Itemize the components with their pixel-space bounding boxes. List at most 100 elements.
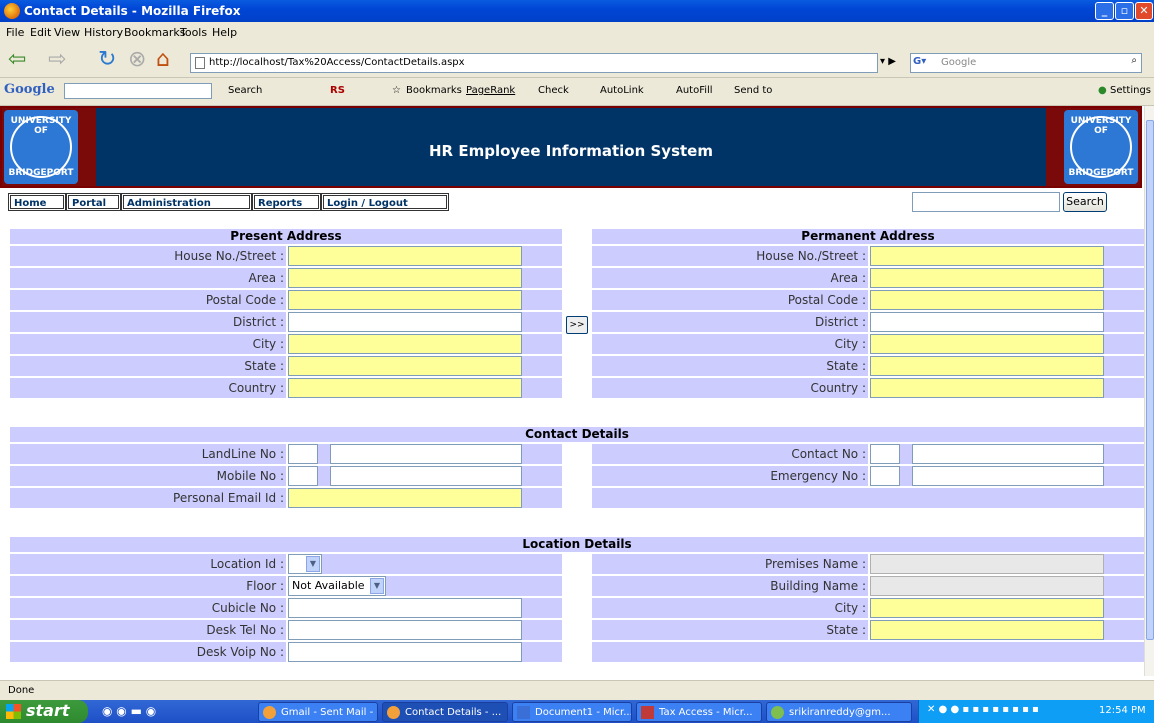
present-label[interactable]: City : bbox=[10, 334, 286, 354]
permanent-field[interactable] bbox=[870, 356, 1104, 376]
google-toolbar-input[interactable] bbox=[64, 83, 212, 99]
permanent-label[interactable]: Country : bbox=[592, 378, 868, 398]
sendto-button[interactable]: Send to bbox=[734, 85, 772, 96]
present-field[interactable] bbox=[288, 290, 522, 310]
minimize-button[interactable]: _ bbox=[1095, 2, 1114, 20]
navigation-toolbar: ⇦ ⇨ ↻ ⊗ ⌂ http://localhost/Tax%20Access/… bbox=[0, 42, 1154, 78]
contact-number-field[interactable] bbox=[912, 444, 1104, 464]
present-label[interactable]: Area : bbox=[10, 268, 286, 288]
permanent-field[interactable] bbox=[870, 290, 1104, 310]
present-label[interactable]: State : bbox=[10, 356, 286, 376]
google-search-box[interactable]: G▾ Google ⌕ bbox=[910, 53, 1142, 73]
chevron-down-icon[interactable]: ▼ bbox=[370, 578, 384, 594]
permanent-label[interactable]: District : bbox=[592, 312, 868, 332]
google-toolbar-search[interactable]: Search bbox=[228, 85, 262, 96]
permanent-field[interactable] bbox=[870, 246, 1104, 266]
site-search-input[interactable] bbox=[912, 192, 1060, 212]
taskbar-document1[interactable]: Document1 - Micr... bbox=[512, 702, 632, 722]
permanent-field[interactable] bbox=[870, 334, 1104, 354]
star-icon[interactable]: ☆ bbox=[392, 85, 401, 96]
maximize-button[interactable]: ▫ bbox=[1115, 2, 1134, 20]
present-label[interactable]: District : bbox=[10, 312, 286, 332]
location-right-field[interactable] bbox=[870, 598, 1104, 618]
menu-edit[interactable]: Edit bbox=[30, 26, 51, 39]
contact-code-field[interactable] bbox=[870, 466, 900, 486]
back-icon[interactable]: ⇦ bbox=[8, 48, 26, 72]
forward-icon[interactable]: ⇨ bbox=[48, 48, 66, 72]
location-id-select[interactable]: ▼ bbox=[288, 554, 322, 574]
location-right-field[interactable] bbox=[870, 554, 1104, 574]
nav-reports[interactable]: Reports bbox=[252, 193, 321, 211]
present-field[interactable] bbox=[288, 312, 522, 332]
contact-number-field[interactable] bbox=[912, 466, 1104, 486]
pagerank-button[interactable]: PageRank bbox=[466, 85, 515, 96]
nav-portal[interactable]: Portal bbox=[66, 193, 121, 211]
permanent-field[interactable] bbox=[870, 378, 1104, 398]
permanent-label[interactable]: City : bbox=[592, 334, 868, 354]
location-field[interactable] bbox=[288, 620, 522, 640]
taskbar-tax-access[interactable]: Tax Access - Micr... bbox=[636, 702, 762, 722]
location-right-field[interactable] bbox=[870, 620, 1104, 640]
start-button[interactable]: start bbox=[0, 700, 88, 723]
personal-email-field[interactable] bbox=[288, 488, 522, 508]
autolink-button[interactable]: AutoLink bbox=[600, 85, 644, 96]
permanent-label[interactable]: House No./Street : bbox=[592, 246, 868, 266]
taskbar-contact-details[interactable]: Contact Details - ... bbox=[382, 702, 508, 722]
stop-icon[interactable]: ⊗ bbox=[128, 48, 146, 72]
nav-administration[interactable]: Administration bbox=[121, 193, 252, 211]
nav-home[interactable]: Home bbox=[8, 193, 66, 211]
vertical-scrollbar[interactable] bbox=[1144, 106, 1154, 676]
close-button[interactable]: ✕ bbox=[1135, 2, 1153, 20]
present-label[interactable]: House No./Street : bbox=[10, 246, 286, 266]
present-label[interactable]: Postal Code : bbox=[10, 290, 286, 310]
bookmarks-button[interactable]: Bookmarks bbox=[406, 85, 462, 96]
permanent-label[interactable]: State : bbox=[592, 356, 868, 376]
windows-logo-icon bbox=[6, 704, 21, 719]
permanent-label[interactable]: Postal Code : bbox=[592, 290, 868, 310]
contact-code-field[interactable] bbox=[870, 444, 900, 464]
permanent-field[interactable] bbox=[870, 268, 1104, 288]
contact-code-field[interactable] bbox=[288, 444, 318, 464]
rs-button[interactable]: RS bbox=[330, 85, 345, 96]
taskbar-messenger[interactable]: srikiranreddy@gm... bbox=[766, 702, 912, 722]
location-field[interactable] bbox=[288, 642, 522, 662]
present-field[interactable] bbox=[288, 356, 522, 376]
url-bar[interactable]: http://localhost/Tax%20Access/ContactDet… bbox=[190, 53, 878, 73]
copy-address-button[interactable]: >> bbox=[566, 316, 588, 334]
contact-number-field[interactable] bbox=[330, 444, 522, 464]
present-field[interactable] bbox=[288, 268, 522, 288]
chevron-down-icon[interactable]: ▼ bbox=[306, 556, 320, 572]
present-field[interactable] bbox=[288, 378, 522, 398]
quicklaunch-icons[interactable]: ◉ ◉ ▬ ◉ bbox=[102, 704, 156, 718]
nav-login-logout[interactable]: Login / Logout bbox=[321, 193, 449, 211]
menu-view[interactable]: View bbox=[54, 26, 80, 39]
location-field[interactable] bbox=[288, 598, 522, 618]
permanent-field[interactable] bbox=[870, 312, 1104, 332]
autofill-button[interactable]: AutoFill bbox=[676, 85, 713, 96]
location-right-field[interactable] bbox=[870, 576, 1104, 596]
menu-bookmarks[interactable]: Bookmarks bbox=[124, 26, 185, 39]
google-toolbar: Google Search RS ☆ Bookmarks PageRank Ch… bbox=[0, 78, 1154, 106]
present-label[interactable]: Country : bbox=[10, 378, 286, 398]
reload-icon[interactable]: ↻ bbox=[98, 48, 116, 72]
contact-code-field[interactable] bbox=[288, 466, 318, 486]
tray-icons[interactable]: ✕ ● ● ▪ ▪ ▪ ▪ ▪ ▪ ▪ ▪ bbox=[927, 704, 1039, 715]
present-field[interactable] bbox=[288, 334, 522, 354]
menu-file[interactable]: File bbox=[6, 26, 24, 39]
search-button[interactable]: Search bbox=[1063, 192, 1107, 212]
home-icon[interactable]: ⌂ bbox=[156, 48, 170, 72]
taskbar-gmail[interactable]: Gmail - Sent Mail - ... bbox=[258, 702, 378, 722]
check-button[interactable]: Check bbox=[538, 85, 569, 96]
contact-number-field[interactable] bbox=[330, 466, 522, 486]
menu-tools[interactable]: Tools bbox=[180, 26, 207, 39]
menu-help[interactable]: Help bbox=[212, 26, 237, 39]
settings-button[interactable]: Settings bbox=[1110, 85, 1151, 96]
floor-select[interactable]: Not Available ▼ bbox=[288, 576, 386, 596]
permanent-label[interactable]: Area : bbox=[592, 268, 868, 288]
menu-history[interactable]: History bbox=[84, 26, 123, 39]
present-field[interactable] bbox=[288, 246, 522, 266]
magnifier-icon[interactable]: ⌕ bbox=[1131, 55, 1137, 66]
status-text: Done bbox=[8, 685, 35, 696]
window-title: Contact Details - Mozilla Firefox bbox=[24, 4, 241, 18]
go-arrow-icon[interactable]: ▾ ▶ bbox=[880, 56, 896, 67]
